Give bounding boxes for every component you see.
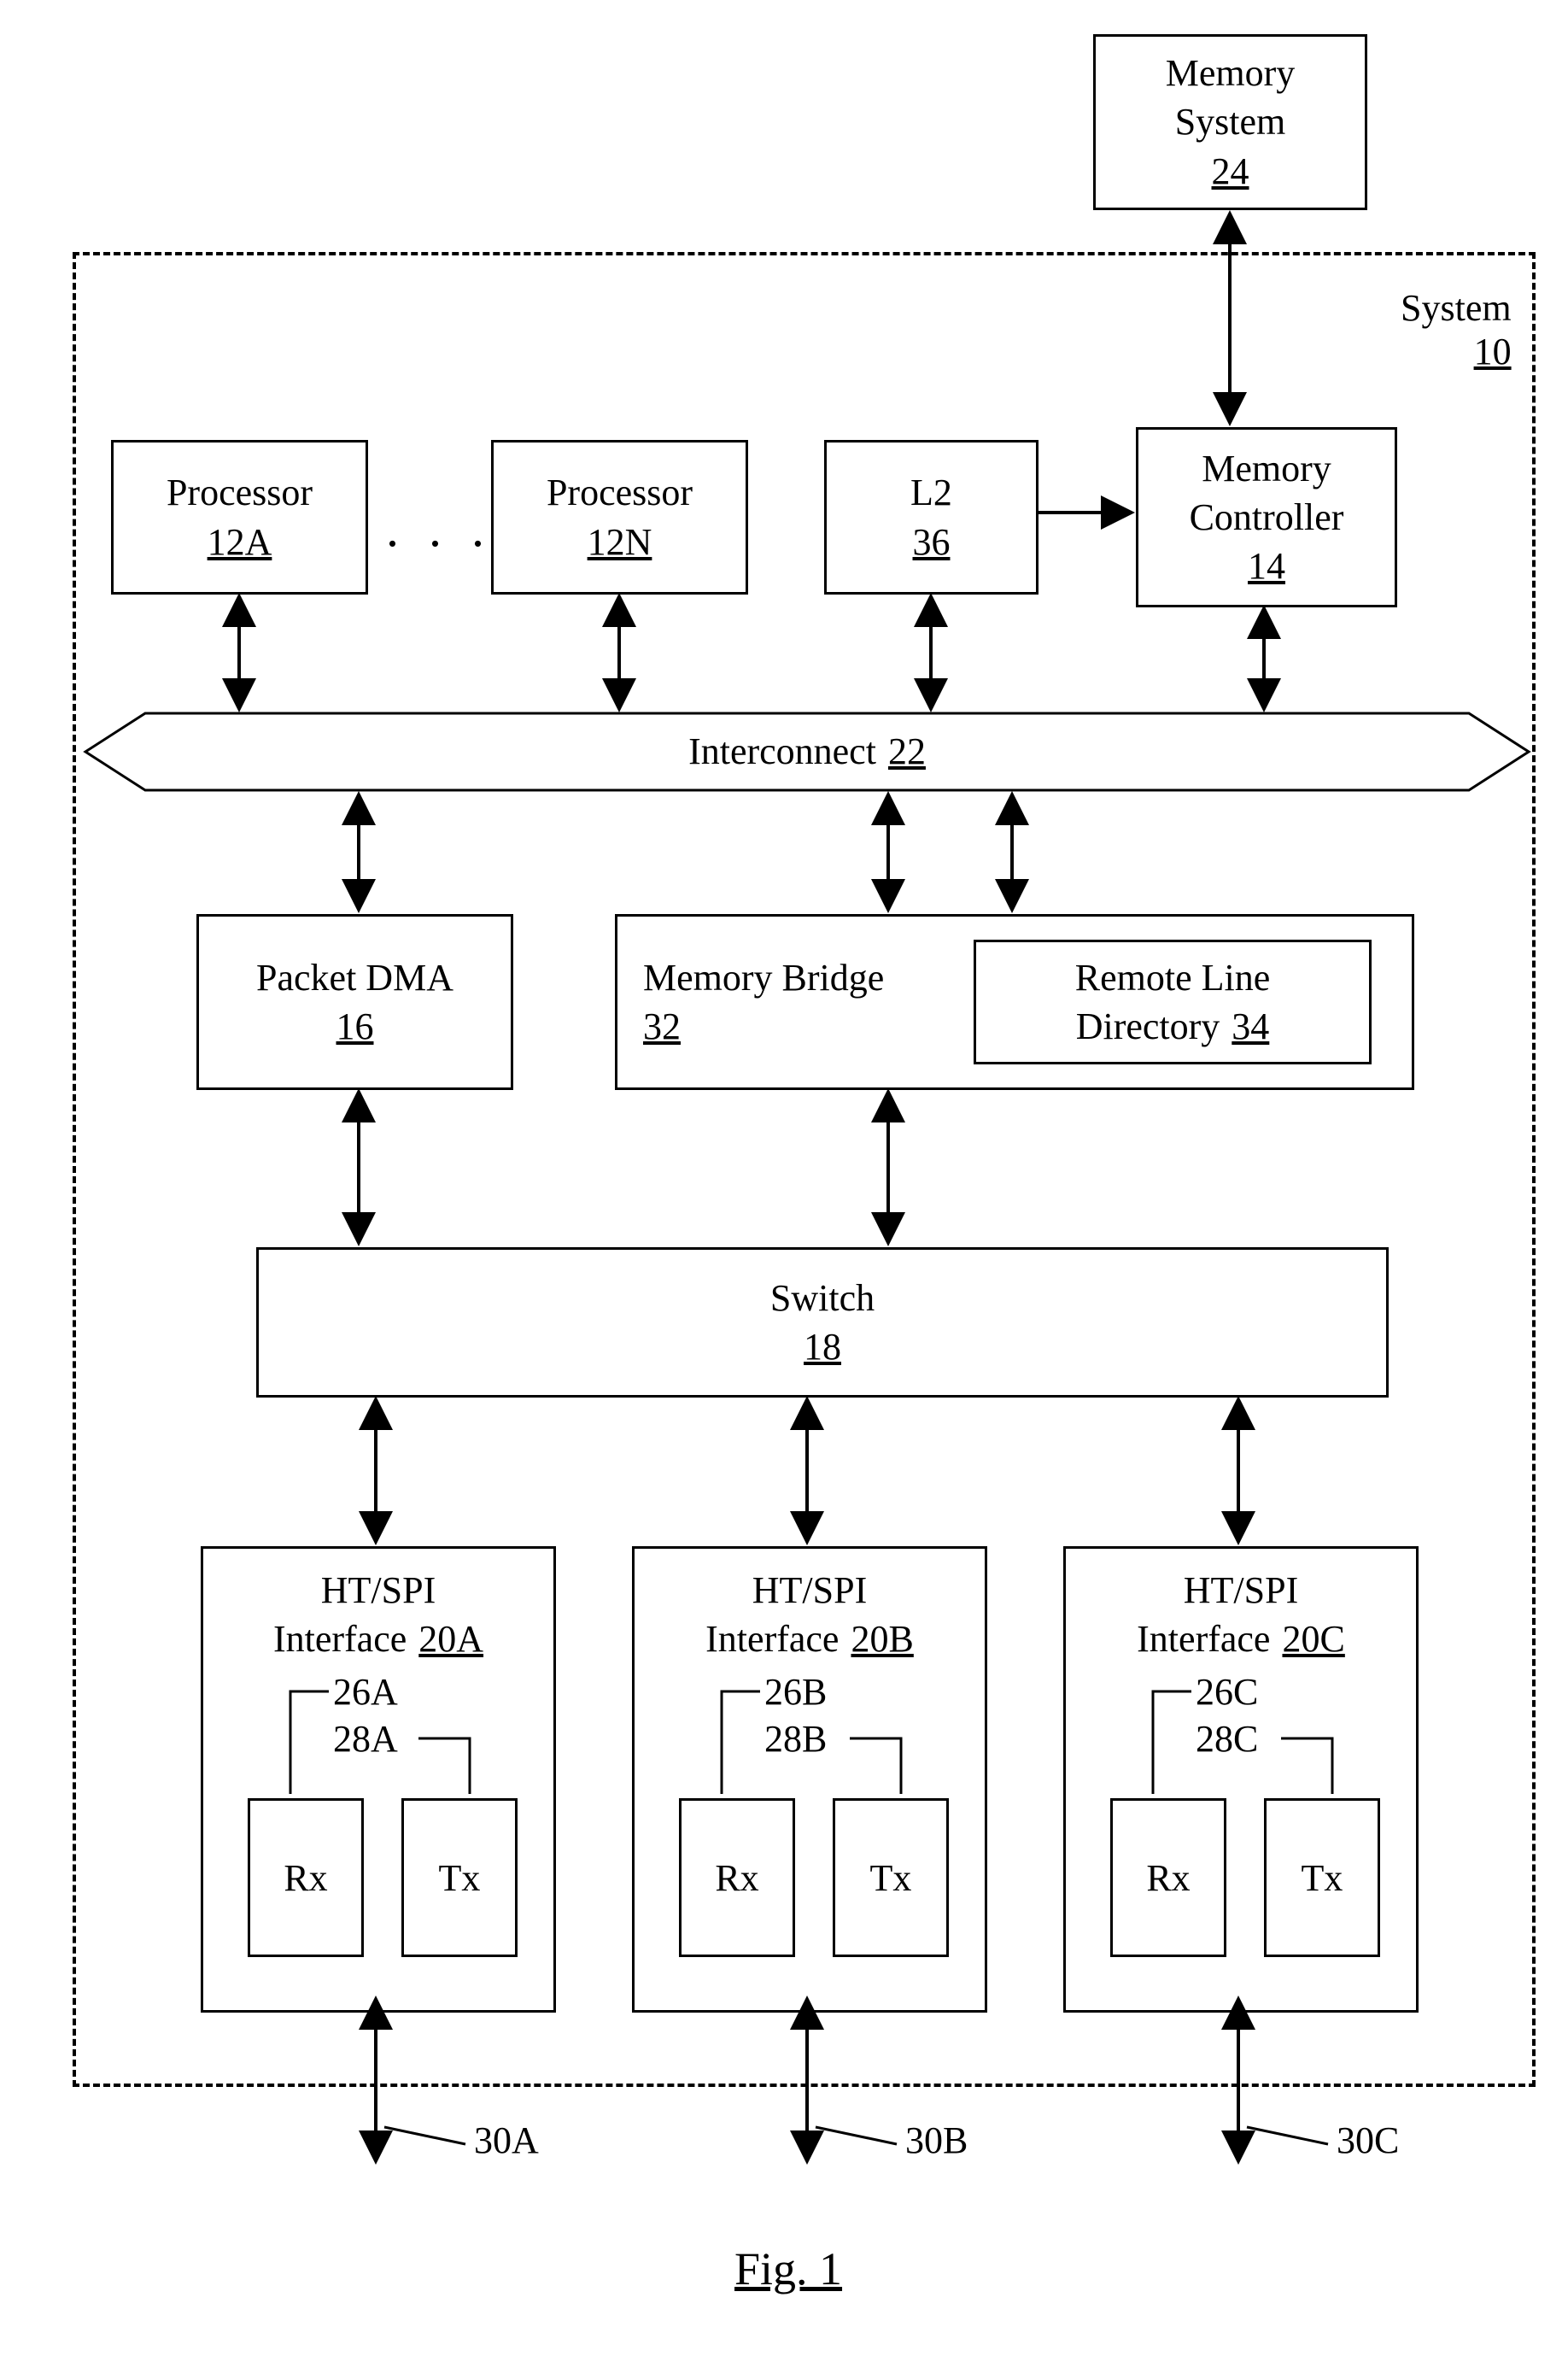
text-line: Processor — [167, 468, 313, 517]
ref-number: 36 — [913, 518, 951, 566]
ref-number: 24 — [1212, 147, 1249, 196]
port-ref-a: 30A — [474, 2119, 539, 2162]
text-line: Interconnect — [688, 727, 876, 776]
rx-a: Rx — [248, 1798, 364, 1957]
system-label: System 10 — [1401, 286, 1512, 373]
text-line: Interface — [705, 1615, 839, 1663]
text-line: System — [1401, 286, 1512, 330]
text-line: Memory — [1166, 49, 1296, 97]
ref-number: 34 — [1232, 1002, 1269, 1051]
text-line: HT/SPI — [1184, 1566, 1298, 1615]
port-ref-c: 30C — [1337, 2119, 1399, 2162]
memory-controller-block: Memory Controller 14 — [1136, 427, 1397, 607]
ref-number: 16 — [336, 1002, 374, 1051]
text-line: HT/SPI — [321, 1566, 436, 1615]
tx-ref-c: 28C — [1196, 1717, 1258, 1761]
ellipsis: . . . — [386, 500, 493, 559]
ref-number: 10 — [1401, 330, 1512, 373]
ref-number: 20A — [418, 1615, 483, 1663]
switch-block: Switch 18 — [256, 1247, 1389, 1398]
tx-ref-b: 28B — [764, 1717, 827, 1761]
processor-a-block: Processor 12A — [111, 440, 368, 595]
ref-number: 32 — [643, 1002, 681, 1051]
text-line: Memory Bridge — [643, 953, 884, 1002]
ref-number: 20C — [1282, 1615, 1344, 1663]
ref-number: 12N — [588, 518, 652, 566]
port-ref-b: 30B — [905, 2119, 968, 2162]
text-line: Directory — [1076, 1002, 1220, 1051]
text-line: Processor — [547, 468, 693, 517]
rx-ref-c: 26C — [1196, 1670, 1258, 1714]
rx-ref-a: 26A — [333, 1670, 398, 1714]
tx-a: Tx — [401, 1798, 518, 1957]
ref-number: 22 — [888, 727, 926, 776]
text-line: Switch — [770, 1274, 875, 1322]
l2-block: L2 36 — [824, 440, 1039, 595]
tx-b: Tx — [833, 1798, 949, 1957]
packet-dma-block: Packet DMA 16 — [196, 914, 513, 1090]
processor-n-block: Processor 12N — [491, 440, 748, 595]
ref-number: 20B — [851, 1615, 913, 1663]
memory-system-block: Memory System 24 — [1093, 34, 1367, 210]
tx-ref-a: 28A — [333, 1717, 398, 1761]
text-line: L2 — [910, 468, 952, 517]
ref-number: 12A — [208, 518, 272, 566]
text-line: Remote Line — [1075, 953, 1271, 1002]
interconnect-bus: Interconnect 22 — [137, 718, 1477, 786]
text-line: Interface — [273, 1615, 407, 1663]
text-line: Packet DMA — [256, 953, 453, 1002]
text-line: Controller — [1190, 493, 1344, 542]
tx-c: Tx — [1264, 1798, 1380, 1957]
rx-b: Rx — [679, 1798, 795, 1957]
remote-line-directory-block: Remote Line Directory 34 — [974, 940, 1372, 1064]
text-line: System — [1175, 97, 1286, 146]
text-line: Interface — [1137, 1615, 1270, 1663]
text-line: HT/SPI — [752, 1566, 867, 1615]
ref-number: 14 — [1248, 542, 1285, 590]
text-line: Memory — [1202, 444, 1331, 493]
rx-c: Rx — [1110, 1798, 1226, 1957]
rx-ref-b: 26B — [764, 1670, 827, 1714]
ref-number: 18 — [804, 1322, 841, 1371]
figure-caption: Fig. 1 — [734, 2242, 842, 2295]
